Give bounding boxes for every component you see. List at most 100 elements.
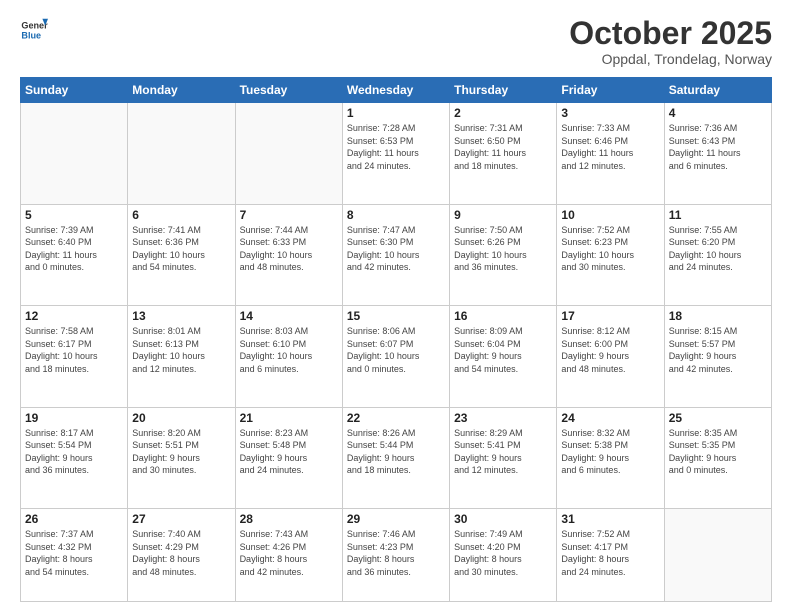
day-info: Sunrise: 8:17 AMSunset: 5:54 PMDaylight:… <box>25 427 123 477</box>
day-info: Sunrise: 7:44 AMSunset: 6:33 PMDaylight:… <box>240 224 338 274</box>
day-number: 19 <box>25 411 123 425</box>
col-thursday: Thursday <box>450 78 557 103</box>
day-info: Sunrise: 7:52 AMSunset: 6:23 PMDaylight:… <box>561 224 659 274</box>
table-row: 14Sunrise: 8:03 AMSunset: 6:10 PMDayligh… <box>235 306 342 407</box>
day-number: 20 <box>132 411 230 425</box>
day-number: 11 <box>669 208 767 222</box>
day-info: Sunrise: 7:40 AMSunset: 4:29 PMDaylight:… <box>132 528 230 578</box>
col-friday: Friday <box>557 78 664 103</box>
day-info: Sunrise: 8:09 AMSunset: 6:04 PMDaylight:… <box>454 325 552 375</box>
day-number: 2 <box>454 106 552 120</box>
header: General Blue October 2025 Oppdal, Tronde… <box>20 16 772 67</box>
day-number: 9 <box>454 208 552 222</box>
table-row: 11Sunrise: 7:55 AMSunset: 6:20 PMDayligh… <box>664 204 771 305</box>
day-number: 26 <box>25 512 123 526</box>
table-row <box>128 103 235 204</box>
day-number: 22 <box>347 411 445 425</box>
table-row: 6 Sunrise: 7:41 AMSunset: 6:36 PMDaylight… <box>128 204 235 305</box>
day-info: Sunrise: 8:03 AMSunset: 6:10 PMDaylight:… <box>240 325 338 375</box>
col-saturday: Saturday <box>664 78 771 103</box>
day-info: Sunrise: 8:23 AMSunset: 5:48 PMDaylight:… <box>240 427 338 477</box>
calendar-header-row: Sunday Monday Tuesday Wednesday Thursday… <box>21 78 772 103</box>
table-row: 1Sunrise: 7:28 AMSunset: 6:53 PMDaylight… <box>342 103 449 204</box>
day-info: Sunrise: 7:36 AMSunset: 6:43 PMDaylight:… <box>669 122 767 172</box>
table-row: 15Sunrise: 8:06 AMSunset: 6:07 PMDayligh… <box>342 306 449 407</box>
page: General Blue October 2025 Oppdal, Tronde… <box>0 0 792 612</box>
day-info: Sunrise: 7:43 AMSunset: 4:26 PMDaylight:… <box>240 528 338 578</box>
day-info: Sunrise: 7:47 AMSunset: 6:30 PMDaylight:… <box>347 224 445 274</box>
col-tuesday: Tuesday <box>235 78 342 103</box>
day-number: 4 <box>669 106 767 120</box>
location: Oppdal, Trondelag, Norway <box>569 51 772 67</box>
table-row: 7 Sunrise: 7:44 AMSunset: 6:33 PMDaylight… <box>235 204 342 305</box>
table-row: 22 Sunrise: 8:26 AMSunset: 5:44 PMDayligh… <box>342 407 449 508</box>
svg-text:Blue: Blue <box>21 30 41 40</box>
day-info: Sunrise: 7:39 AMSunset: 6:40 PMDaylight:… <box>25 224 123 274</box>
day-info: Sunrise: 8:26 AMSunset: 5:44 PMDaylight:… <box>347 427 445 477</box>
table-row: 29 Sunrise: 7:46 AMSunset: 4:23 PMDayligh… <box>342 508 449 601</box>
day-number: 1 <box>347 106 445 120</box>
table-row: 10 Sunrise: 7:52 AMSunset: 6:23 PMDayligh… <box>557 204 664 305</box>
day-info: Sunrise: 8:12 AMSunset: 6:00 PMDaylight:… <box>561 325 659 375</box>
day-number: 7 <box>240 208 338 222</box>
day-info: Sunrise: 7:41 AMSunset: 6:36 PMDaylight:… <box>132 224 230 274</box>
table-row <box>664 508 771 601</box>
day-info: Sunrise: 7:31 AMSunset: 6:50 PMDaylight:… <box>454 122 552 172</box>
day-number: 21 <box>240 411 338 425</box>
table-row: 12 Sunrise: 7:58 AMSunset: 6:17 PMDayligh… <box>21 306 128 407</box>
table-row: 30 Sunrise: 7:49 AMSunset: 4:20 PMDayligh… <box>450 508 557 601</box>
table-row: 5 Sunrise: 7:39 AMSunset: 6:40 PMDaylight… <box>21 204 128 305</box>
day-info: Sunrise: 8:06 AMSunset: 6:07 PMDaylight:… <box>347 325 445 375</box>
table-row: 24Sunrise: 8:32 AMSunset: 5:38 PMDayligh… <box>557 407 664 508</box>
day-number: 23 <box>454 411 552 425</box>
day-info: Sunrise: 7:46 AMSunset: 4:23 PMDaylight:… <box>347 528 445 578</box>
day-number: 28 <box>240 512 338 526</box>
day-info: Sunrise: 8:32 AMSunset: 5:38 PMDaylight:… <box>561 427 659 477</box>
day-info: Sunrise: 7:50 AMSunset: 6:26 PMDaylight:… <box>454 224 552 274</box>
table-row <box>21 103 128 204</box>
day-number: 12 <box>25 309 123 323</box>
title-block: October 2025 Oppdal, Trondelag, Norway <box>569 16 772 67</box>
day-number: 10 <box>561 208 659 222</box>
day-info: Sunrise: 8:35 AMSunset: 5:35 PMDaylight:… <box>669 427 767 477</box>
day-info: Sunrise: 8:29 AMSunset: 5:41 PMDaylight:… <box>454 427 552 477</box>
table-row: 31Sunrise: 7:52 AMSunset: 4:17 PMDayligh… <box>557 508 664 601</box>
day-number: 5 <box>25 208 123 222</box>
table-row: 21 Sunrise: 8:23 AMSunset: 5:48 PMDayligh… <box>235 407 342 508</box>
day-number: 8 <box>347 208 445 222</box>
table-row: 3 Sunrise: 7:33 AMSunset: 6:46 PMDaylight… <box>557 103 664 204</box>
logo-icon: General Blue <box>20 16 48 44</box>
table-row: 23 Sunrise: 8:29 AMSunset: 5:41 PMDayligh… <box>450 407 557 508</box>
day-number: 17 <box>561 309 659 323</box>
day-number: 3 <box>561 106 659 120</box>
day-number: 13 <box>132 309 230 323</box>
day-number: 25 <box>669 411 767 425</box>
day-info: Sunrise: 8:20 AMSunset: 5:51 PMDaylight:… <box>132 427 230 477</box>
month-title: October 2025 <box>569 16 772 51</box>
logo: General Blue <box>20 16 48 44</box>
table-row <box>235 103 342 204</box>
table-row: 18Sunrise: 8:15 AMSunset: 5:57 PMDayligh… <box>664 306 771 407</box>
day-number: 18 <box>669 309 767 323</box>
table-row: 26 Sunrise: 7:37 AMSunset: 4:32 PMDayligh… <box>21 508 128 601</box>
table-row: 20 Sunrise: 8:20 AMSunset: 5:51 PMDayligh… <box>128 407 235 508</box>
table-row: 25 Sunrise: 8:35 AMSunset: 5:35 PMDayligh… <box>664 407 771 508</box>
table-row: 13 Sunrise: 8:01 AMSunset: 6:13 PMDayligh… <box>128 306 235 407</box>
day-info: Sunrise: 7:33 AMSunset: 6:46 PMDaylight:… <box>561 122 659 172</box>
table-row: 19 Sunrise: 8:17 AMSunset: 5:54 PMDayligh… <box>21 407 128 508</box>
table-row: 8 Sunrise: 7:47 AMSunset: 6:30 PMDaylight… <box>342 204 449 305</box>
day-info: Sunrise: 7:58 AMSunset: 6:17 PMDaylight:… <box>25 325 123 375</box>
day-info: Sunrise: 8:01 AMSunset: 6:13 PMDaylight:… <box>132 325 230 375</box>
day-number: 30 <box>454 512 552 526</box>
day-number: 29 <box>347 512 445 526</box>
day-number: 31 <box>561 512 659 526</box>
col-sunday: Sunday <box>21 78 128 103</box>
day-info: Sunrise: 7:37 AMSunset: 4:32 PMDaylight:… <box>25 528 123 578</box>
day-number: 6 <box>132 208 230 222</box>
calendar-table: Sunday Monday Tuesday Wednesday Thursday… <box>20 77 772 602</box>
table-row: 2 Sunrise: 7:31 AMSunset: 6:50 PMDaylight… <box>450 103 557 204</box>
table-row: 17 Sunrise: 8:12 AMSunset: 6:00 PMDayligh… <box>557 306 664 407</box>
table-row: 16Sunrise: 8:09 AMSunset: 6:04 PMDayligh… <box>450 306 557 407</box>
col-wednesday: Wednesday <box>342 78 449 103</box>
day-info: Sunrise: 7:49 AMSunset: 4:20 PMDaylight:… <box>454 528 552 578</box>
